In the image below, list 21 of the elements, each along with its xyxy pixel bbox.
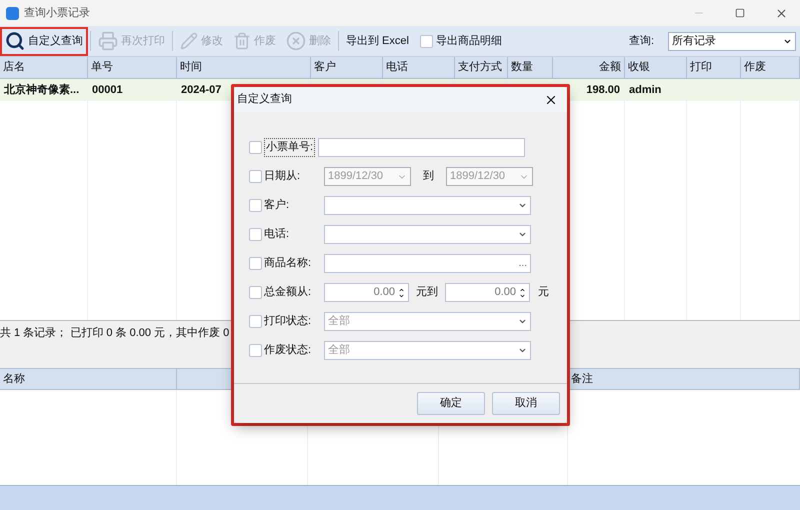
table-cell-text: 2024-07 bbox=[181, 82, 222, 98]
query-label: 查询: bbox=[628, 34, 654, 49]
field-label: 作废状态: bbox=[264, 342, 312, 358]
field-label: 客户: bbox=[264, 198, 290, 214]
field-label: 打印状态: bbox=[264, 314, 312, 330]
field-label: 总金额从: bbox=[264, 284, 312, 300]
window-title: 查询小票记录 bbox=[24, 6, 90, 21]
unit-label: 元 bbox=[538, 285, 549, 300]
field-label: 小票单号: bbox=[264, 138, 316, 157]
summary-text: 共 1 条记录； 已打印 0 条 0.00 元，其中作废 0 bbox=[0, 326, 230, 341]
table-cell-text: 00001 bbox=[92, 82, 123, 98]
table-cell-text: admin bbox=[629, 82, 662, 98]
dialog-title: 自定义查询 bbox=[237, 92, 292, 108]
table-cell-text: 北京神奇像素... bbox=[4, 82, 80, 98]
field-label: 电话: bbox=[264, 227, 290, 242]
field-label: 商品名称: bbox=[264, 256, 312, 272]
range-label: 元到 bbox=[415, 285, 439, 300]
range-label: 到 bbox=[422, 169, 435, 184]
table-cell-text: 198.00 bbox=[586, 82, 620, 98]
field-label: 日期从: bbox=[264, 169, 302, 184]
checkbox-label: 导出商品明细 bbox=[436, 34, 502, 49]
